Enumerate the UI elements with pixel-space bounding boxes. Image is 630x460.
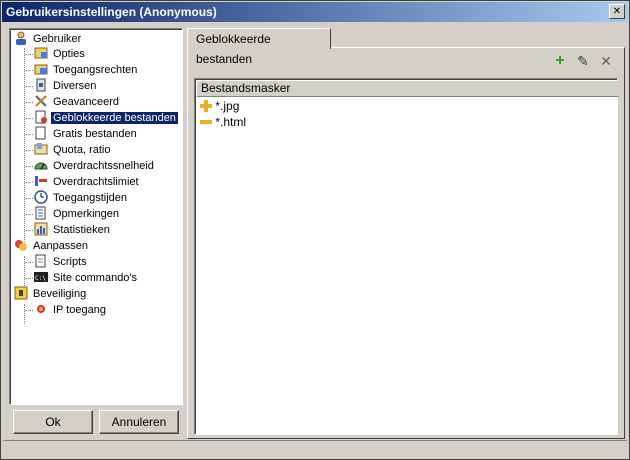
security-icon <box>14 286 28 300</box>
file-mask-list[interactable]: Bestandsmasker *.jpg *.html <box>194 78 619 435</box>
notes-icon <box>34 206 48 220</box>
ok-button[interactable]: Ok <box>13 410 93 434</box>
access-rights-icon <box>34 62 48 76</box>
tree-item-scripts[interactable]: Scripts <box>34 254 89 270</box>
quota-icon <box>34 142 48 156</box>
customize-icon <box>14 238 28 252</box>
tree-item-opties[interactable]: Opties <box>34 46 87 62</box>
svg-text:C:\: C:\ <box>35 275 46 282</box>
exclude-icon <box>200 116 212 128</box>
include-icon <box>200 100 212 112</box>
settings-tree[interactable]: Gebruiker Opties Toegangsrechten Diverse… <box>9 28 183 405</box>
blocked-file-icon <box>34 110 48 124</box>
speed-icon <box>34 158 48 172</box>
tree-item-quota-ratio[interactable]: Quota, ratio <box>34 142 112 158</box>
tree-node-beveiliging[interactable]: Beveiliging <box>14 286 88 302</box>
misc-icon <box>34 78 48 92</box>
list-item[interactable]: *.jpg <box>200 98 239 114</box>
column-header-bestandsmasker[interactable]: Bestandsmasker <box>197 81 619 97</box>
tab-blocked-files[interactable]: Geblokkeerde bestanden <box>187 28 331 66</box>
close-button[interactable]: ✕ <box>609 4 625 19</box>
tree-item-toegangsrechten[interactable]: Toegangsrechten <box>34 62 139 78</box>
free-file-icon <box>34 126 48 140</box>
limit-icon <box>34 174 48 188</box>
list-item[interactable]: *.html <box>200 114 246 130</box>
tree-item-site-commandos[interactable]: C:\ Site commando's <box>34 270 139 286</box>
edit-icon[interactable]: ✎ <box>575 53 591 69</box>
window-title: Gebruikersinstellingen (Anonymous) <box>6 5 217 19</box>
ip-access-icon <box>34 302 48 316</box>
tree-item-gratis-bestanden[interactable]: Gratis bestanden <box>34 126 139 142</box>
cancel-button[interactable]: Annuleren <box>99 410 179 434</box>
status-bar <box>3 440 627 458</box>
dialog-window: Gebruikersinstellingen (Anonymous) ✕ Geb… <box>0 0 630 460</box>
script-icon <box>34 254 48 268</box>
options-icon <box>34 46 48 60</box>
console-icon: C:\ <box>34 270 48 284</box>
add-icon[interactable]: + <box>552 53 568 69</box>
title-bar[interactable]: Gebruikersinstellingen (Anonymous) ✕ <box>2 2 628 22</box>
tree-item-toegangstijden[interactable]: Toegangstijden <box>34 190 129 206</box>
tree-item-geblokkeerde-bestanden[interactable]: Geblokkeerde bestanden <box>34 110 178 126</box>
tree-item-statistieken[interactable]: Statistieken <box>34 222 112 238</box>
tree-item-opmerkingen[interactable]: Opmerkingen <box>34 206 121 222</box>
clock-icon <box>34 190 48 204</box>
tree-item-ip-toegang[interactable]: IP toegang <box>34 302 108 318</box>
tree-item-overdrachtslimiet[interactable]: Overdrachtslimiet <box>34 174 141 190</box>
tools-icon <box>34 94 48 108</box>
tree-node-gebruiker[interactable]: Gebruiker <box>14 31 83 47</box>
tree-node-aanpassen[interactable]: Aanpassen <box>14 238 90 254</box>
tree-item-overdrachtssnelheid[interactable]: Overdrachtssnelheid <box>34 158 156 174</box>
user-icon <box>14 31 28 45</box>
tree-item-geavanceerd[interactable]: Geavanceerd <box>34 94 121 110</box>
stats-icon <box>34 222 48 236</box>
delete-icon[interactable]: ✕ <box>598 53 614 69</box>
tree-item-diversen[interactable]: Diversen <box>34 78 98 94</box>
